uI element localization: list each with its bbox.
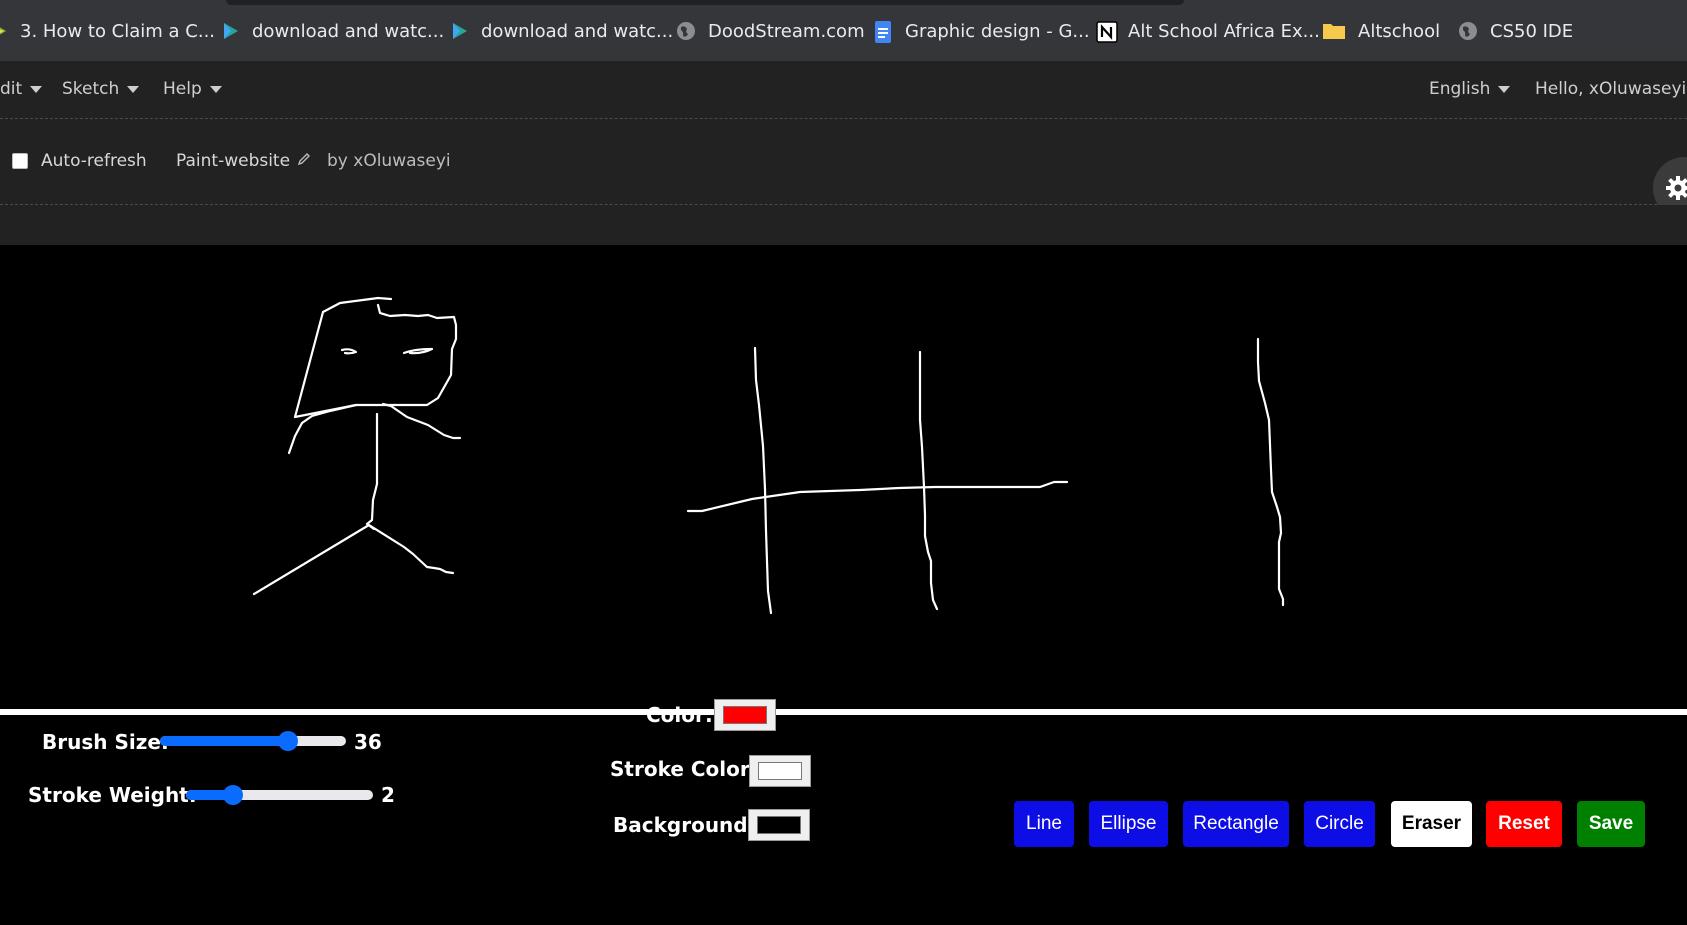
- bookmark-doodstream[interactable]: DoodStream.com: [676, 18, 865, 44]
- bookmark-claim[interactable]: 3. How to Claim a C...: [0, 18, 215, 44]
- google-docs-icon: [873, 21, 893, 43]
- canvas-drawing: [252, 296, 1285, 615]
- language-selector[interactable]: English: [1429, 79, 1511, 99]
- notion-icon: [1096, 21, 1118, 43]
- editor-menu-bar: dit Sketch Help English Hello, xOluwasey…: [0, 61, 1687, 119]
- rectangle-button[interactable]: Rectangle: [1182, 800, 1290, 848]
- sketch-toolbar: Auto-refresh Paint-website by xOluwaseyi: [0, 119, 1687, 219]
- drawing-canvas[interactable]: [0, 245, 1687, 709]
- globe-icon: [676, 21, 696, 41]
- stroke-color-swatch: [758, 762, 802, 780]
- leaf-icon: [0, 21, 10, 41]
- play-icon: [449, 21, 469, 41]
- color-picker[interactable]: [714, 699, 776, 731]
- color-label: Color:: [646, 703, 713, 727]
- save-button[interactable]: Save: [1576, 800, 1646, 848]
- pencil-icon[interactable]: [297, 151, 311, 171]
- stroke-weight-slider-thumb[interactable]: [223, 785, 243, 805]
- gear-icon: [1665, 175, 1687, 206]
- bookmark-graphic-design[interactable]: Graphic design - G...: [873, 18, 1090, 44]
- sketch-name[interactable]: Paint-website: [176, 151, 311, 171]
- stroke-color-picker[interactable]: [749, 755, 811, 787]
- background-color-swatch: [757, 816, 801, 834]
- caret-down-icon: [30, 85, 43, 93]
- menu-sketch[interactable]: Sketch: [62, 79, 140, 99]
- brush-size-slider[interactable]: [160, 731, 346, 751]
- bookmark-download-2[interactable]: download and watc...: [449, 18, 673, 44]
- eraser-button[interactable]: Eraser: [1390, 800, 1473, 848]
- bookmark-cs50-ide[interactable]: CS50 IDE: [1458, 18, 1573, 44]
- stroke-weight-slider[interactable]: [186, 785, 373, 805]
- ellipse-button[interactable]: Ellipse: [1088, 800, 1169, 848]
- brush-size-label: Brush Size:: [42, 730, 169, 754]
- folder-icon: [1322, 21, 1346, 41]
- bookmarks-bar: 3. How to Claim a C... download and watc…: [0, 0, 1687, 61]
- brush-size-slider-fill: [160, 736, 288, 746]
- background-color-picker[interactable]: [748, 809, 810, 841]
- sketch-author: by xOluwaseyi: [327, 151, 451, 171]
- play-icon: [220, 21, 240, 41]
- bookmark-altschool-africa[interactable]: Alt School Africa Ex...: [1096, 18, 1320, 44]
- background-label: Background:: [613, 813, 756, 837]
- globe-icon: [1458, 21, 1478, 41]
- console-strip: [0, 205, 1687, 245]
- circle-button[interactable]: Circle: [1303, 800, 1376, 848]
- caret-down-icon: [1498, 85, 1511, 93]
- tab-strip-edge: [226, 0, 1184, 5]
- menu-edit[interactable]: dit: [0, 79, 43, 99]
- bookmark-download-1[interactable]: download and watc...: [220, 18, 444, 44]
- caret-down-icon: [127, 85, 140, 93]
- color-swatch: [723, 706, 767, 724]
- user-greeting[interactable]: Hello, xOluwaseyi!: [1535, 79, 1687, 99]
- brush-size-value: 36: [354, 730, 382, 754]
- auto-refresh-checkbox[interactable]: [12, 153, 28, 169]
- menu-help[interactable]: Help: [163, 79, 222, 99]
- stroke-color-label: Stroke Color:: [610, 757, 758, 781]
- brush-size-slider-thumb[interactable]: [278, 731, 298, 751]
- caret-down-icon: [209, 85, 222, 93]
- reset-button[interactable]: Reset: [1485, 800, 1563, 848]
- bookmark-altschool[interactable]: Altschool: [1322, 18, 1440, 44]
- stroke-weight-value: 2: [381, 783, 395, 807]
- stroke-weight-label: Stroke Weight:: [28, 783, 197, 807]
- line-button[interactable]: Line: [1013, 800, 1075, 848]
- auto-refresh-toggle[interactable]: Auto-refresh: [12, 151, 147, 171]
